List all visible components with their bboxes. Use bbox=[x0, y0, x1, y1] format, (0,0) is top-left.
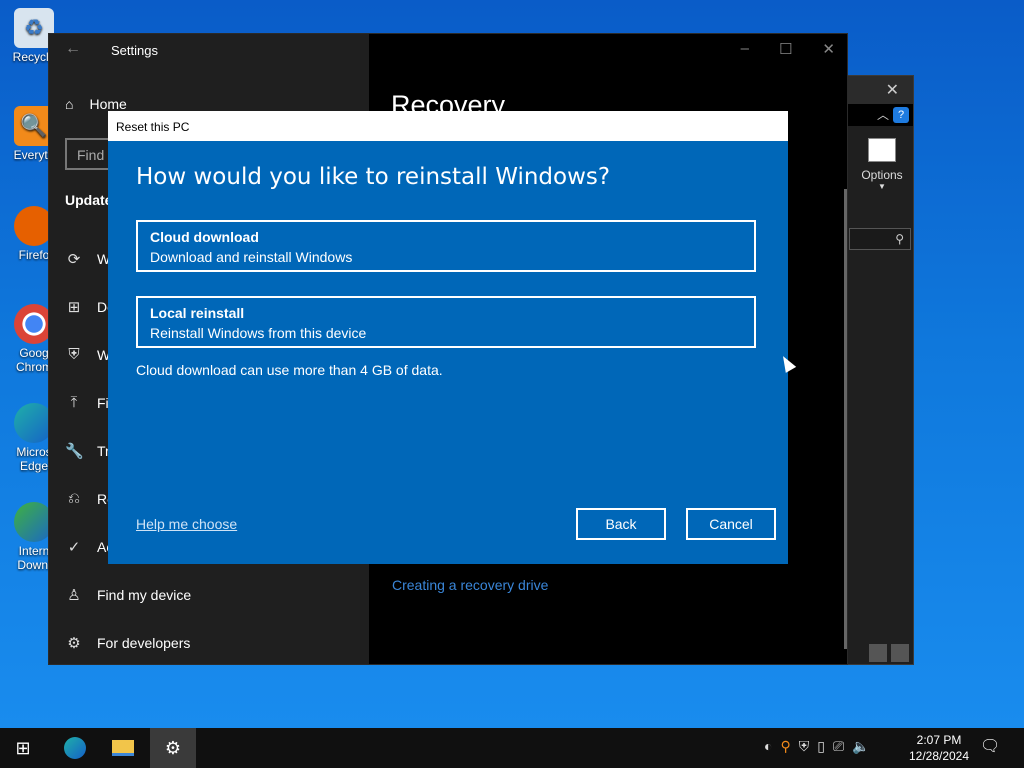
taskbar-clock[interactable]: 2:07 PM 12/28/2024 bbox=[904, 732, 974, 764]
local-reinstall-option[interactable]: Local reinstall Reinstall Windows from t… bbox=[136, 296, 756, 348]
nav-item-windows-security[interactable]: ⛨ W bbox=[65, 346, 110, 363]
explorer-view-buttons bbox=[869, 644, 909, 662]
shield-icon: ⛨ bbox=[68, 346, 80, 363]
usb-device-icon[interactable]: ▯ bbox=[817, 738, 825, 755]
wrench-icon: 🔧 bbox=[65, 443, 84, 460]
nav-item-activation[interactable]: ✓ Ac bbox=[65, 538, 114, 556]
nav-item-for-developers[interactable]: ⚙ For developers bbox=[65, 634, 190, 652]
folder-icon bbox=[112, 740, 134, 756]
scrollbar[interactable] bbox=[844, 189, 847, 649]
clock-time: 2:07 PM bbox=[916, 733, 962, 747]
data-usage-note: Cloud download can use more than 4 GB of… bbox=[136, 362, 443, 378]
chevron-up-icon[interactable]: ︿ bbox=[877, 106, 889, 123]
edge-icon bbox=[64, 737, 86, 759]
volume-muted-icon[interactable]: 🔈 bbox=[852, 738, 869, 755]
help-icon[interactable]: ? bbox=[893, 107, 909, 123]
window-title: Settings bbox=[111, 43, 158, 58]
close-icon[interactable]: ✕ bbox=[886, 80, 899, 100]
close-icon[interactable]: ✕ bbox=[822, 40, 835, 58]
nav-item-windows-update[interactable]: ⟳ W bbox=[65, 250, 111, 268]
nav-item-file-backup[interactable]: ⤒ Fil bbox=[65, 394, 112, 411]
gear-icon: ⚙ bbox=[164, 737, 182, 758]
minimize-icon[interactable]: – bbox=[741, 40, 749, 58]
security-shield-icon[interactable]: ⛨ bbox=[799, 738, 810, 755]
nav-item-find-my-device[interactable]: ♙ Find my device bbox=[65, 586, 191, 604]
check-circle-icon: ✓ bbox=[67, 539, 81, 556]
large-icons-view-icon[interactable] bbox=[891, 644, 909, 662]
dialog-question: How would you like to reinstall Windows? bbox=[136, 164, 611, 190]
clock-date: 12/28/2024 bbox=[908, 749, 970, 763]
system-tray: ◐ ⚲ ⛨ ▯ ⎚ 🔈 bbox=[764, 738, 870, 755]
option-title: Local reinstall bbox=[150, 305, 245, 321]
upload-icon: ⤒ bbox=[70, 394, 78, 411]
edge-tray-icon[interactable]: ◐ bbox=[764, 738, 772, 755]
explorer-search-box[interactable]: ⚲ bbox=[849, 228, 911, 250]
dialog-titlebar: Reset this PC bbox=[108, 111, 788, 141]
help-me-choose-link[interactable]: Help me choose bbox=[136, 516, 237, 532]
back-button[interactable]: Back bbox=[576, 508, 666, 540]
reset-pc-dialog: Reset this PC How would you like to rein… bbox=[108, 111, 788, 564]
delivery-optimization-icon: ⊞ bbox=[67, 299, 81, 316]
details-view-icon[interactable] bbox=[869, 644, 887, 662]
notification-center-icon[interactable]: 🗨 bbox=[980, 736, 1000, 756]
options-icon bbox=[868, 138, 896, 162]
recovery-drive-link[interactable]: Creating a recovery drive bbox=[392, 577, 548, 593]
option-description: Reinstall Windows from this device bbox=[150, 325, 367, 341]
taskbar-file-explorer[interactable] bbox=[100, 728, 146, 768]
cloud-download-option[interactable]: Cloud download Download and reinstall Wi… bbox=[136, 220, 756, 272]
recovery-icon: ⎌ bbox=[67, 490, 80, 507]
nav-item-troubleshoot[interactable]: 🔧 Tr bbox=[65, 442, 110, 460]
back-arrow-icon[interactable]: ← bbox=[65, 40, 81, 58]
search-icon: ⚲ bbox=[895, 232, 904, 246]
taskbar-settings[interactable]: ⚙ bbox=[150, 728, 196, 768]
section-heading: Update bbox=[65, 192, 113, 208]
taskbar-edge[interactable] bbox=[52, 728, 98, 768]
option-title: Cloud download bbox=[150, 229, 259, 245]
windows-logo-icon: ⊞ bbox=[15, 737, 31, 758]
everything-tray-icon[interactable]: ⚲ bbox=[780, 738, 790, 755]
window-controls: – ☐ ✕ bbox=[741, 40, 835, 58]
cancel-button[interactable]: Cancel bbox=[686, 508, 776, 540]
start-button[interactable]: ⊞ bbox=[0, 728, 46, 768]
options-button[interactable]: Options ▼ bbox=[853, 138, 911, 191]
developer-tools-icon: ⚙ bbox=[67, 635, 81, 652]
sync-icon: ⟳ bbox=[67, 251, 81, 268]
nav-home[interactable]: ⌂ Home bbox=[65, 96, 127, 112]
home-icon: ⌂ bbox=[65, 96, 74, 112]
maximize-icon[interactable]: ☐ bbox=[779, 40, 792, 58]
option-description: Download and reinstall Windows bbox=[150, 249, 353, 265]
person-locate-icon: ♙ bbox=[67, 587, 81, 604]
network-icon[interactable]: ⎚ bbox=[833, 738, 844, 755]
chevron-down-icon: ▼ bbox=[878, 182, 886, 191]
taskbar: ⊞ ⚙ ◐ ⚲ ⛨ ▯ ⎚ 🔈 2:07 PM 12/28/2024 🗨 bbox=[0, 728, 1024, 768]
